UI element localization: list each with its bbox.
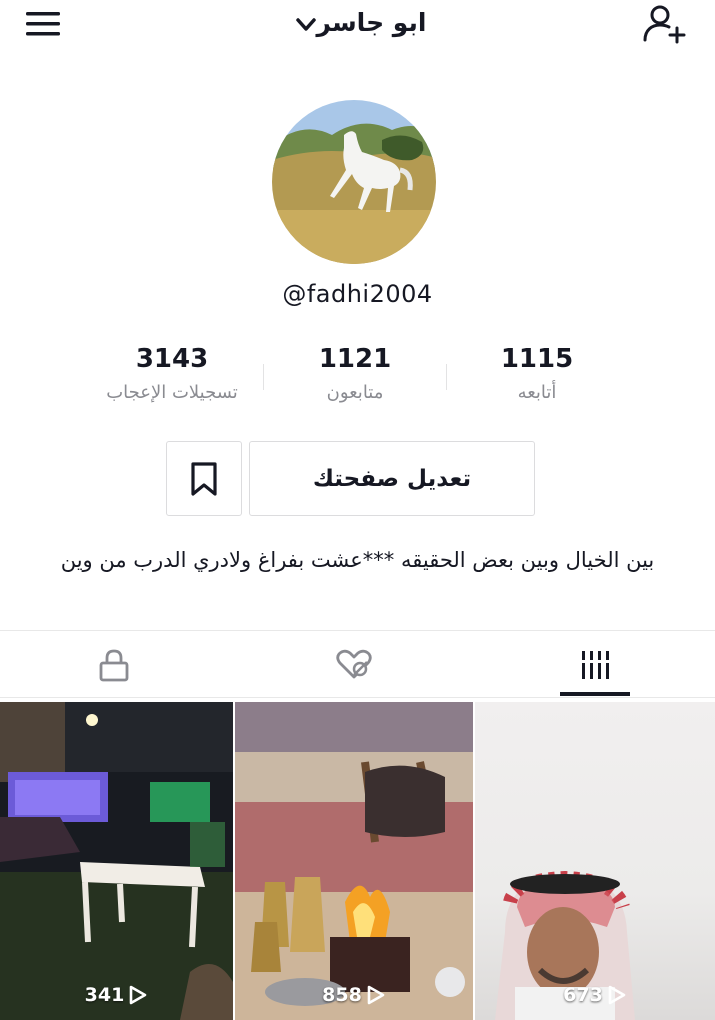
- following-stat[interactable]: 1115 أتابعه: [447, 342, 627, 403]
- edit-profile-button[interactable]: تعديل صفحتك: [249, 441, 535, 516]
- hidden-heart-icon: [336, 649, 372, 678]
- followers-count: 1121: [318, 344, 392, 374]
- view-count-text: 673: [563, 984, 603, 1006]
- tab-videos[interactable]: [505, 631, 685, 698]
- video-thumbnail[interactable]: 858: [235, 702, 473, 1020]
- account-switcher[interactable]: ابو جاسر: [0, 0, 715, 44]
- play-icon: [608, 985, 626, 1005]
- add-user-icon[interactable]: [642, 2, 688, 44]
- username: @fadhi2004: [282, 280, 433, 308]
- video-thumbnail[interactable]: 341: [0, 702, 233, 1020]
- following-label: أتابعه: [517, 382, 557, 403]
- chevron-down-icon: [295, 18, 316, 31]
- video-thumbnail-image: [235, 702, 473, 1020]
- tab-private[interactable]: [24, 631, 204, 698]
- lock-icon: [99, 649, 129, 681]
- tab-liked[interactable]: [264, 631, 444, 698]
- video-thumbnail-image: [495, 870, 635, 1020]
- view-count-text: 858: [322, 984, 362, 1006]
- top-bar: ابو جاسر: [0, 0, 715, 48]
- likes-stat[interactable]: 3143 تسجيلات الإعجاب: [82, 342, 262, 403]
- grid-bars-icon: [580, 650, 610, 679]
- followers-stat[interactable]: 1121 متابعون: [265, 342, 445, 403]
- stat-divider: [446, 364, 447, 390]
- profile-bio: بين الخيال وبين بعض الحقيقه ***عشت بفراغ…: [60, 548, 655, 572]
- account-name: ابو جاسر: [316, 7, 427, 37]
- view-count: 673: [475, 984, 715, 1006]
- view-count: 858: [235, 984, 473, 1006]
- video-thumbnail[interactable]: 673: [475, 702, 715, 1020]
- video-thumbnail-image: [0, 702, 233, 1020]
- play-icon: [367, 985, 385, 1005]
- favorites-button[interactable]: [166, 441, 242, 516]
- followers-label: متابعون: [326, 382, 384, 403]
- following-count: 1115: [500, 344, 574, 374]
- stat-divider: [263, 364, 264, 390]
- likes-label: تسجيلات الإعجاب: [106, 382, 238, 403]
- profile-avatar[interactable]: [272, 100, 436, 264]
- likes-count: 3143: [135, 344, 209, 374]
- avatar-horse-image: [272, 100, 436, 264]
- bookmark-icon: [191, 461, 217, 496]
- view-count: 341: [0, 984, 233, 1006]
- profile-tabs: [0, 630, 715, 698]
- active-tab-indicator: [560, 692, 630, 696]
- view-count-text: 341: [84, 984, 125, 1006]
- play-icon: [130, 985, 147, 1005]
